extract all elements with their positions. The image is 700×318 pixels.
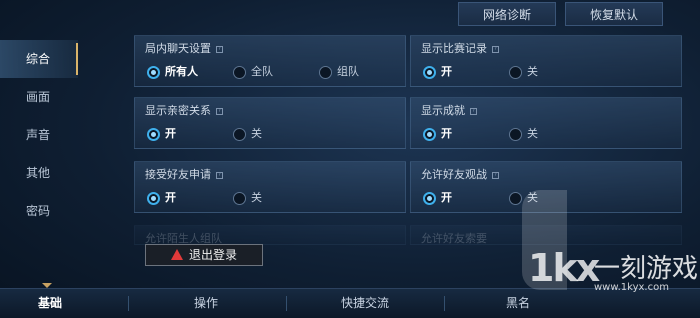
- info-icon[interactable]: ?: [216, 171, 223, 179]
- radio-icon: [509, 65, 522, 79]
- nav-item-other[interactable]: 其他: [0, 154, 78, 192]
- radio-icon: [509, 127, 522, 141]
- radio-icon: [233, 191, 246, 205]
- nav-item-password[interactable]: 密码: [0, 192, 78, 230]
- tab-divider: [286, 296, 287, 311]
- info-icon[interactable]: ?: [492, 171, 499, 179]
- achievements-panel: 显示成就? 开 关: [410, 97, 682, 149]
- match-record-off[interactable]: 关: [509, 63, 538, 79]
- tab-divider: [128, 296, 129, 311]
- intimacy-off[interactable]: 关: [233, 125, 262, 141]
- tab-quick-chat[interactable]: 快捷交流: [325, 289, 405, 318]
- radio-selected-icon: [423, 65, 436, 79]
- panel-title: 允许好友索要: [421, 232, 487, 245]
- nav-item-sound[interactable]: 声音: [0, 116, 78, 154]
- panel-title: 显示比赛记录?: [421, 40, 499, 56]
- intimacy-on[interactable]: 开: [147, 125, 176, 141]
- friend-request-off[interactable]: 关: [233, 189, 262, 205]
- watermark-logo-text: 1kx: [528, 246, 600, 290]
- watermark-url: www.1kyx.com: [594, 282, 669, 293]
- radio-icon: [319, 65, 332, 79]
- tab-basic[interactable]: 基础: [20, 289, 80, 318]
- match-record-panel: 显示比赛记录? 开 关: [410, 35, 682, 87]
- radio-selected-icon: [423, 191, 436, 205]
- nav-item-graphics[interactable]: 画面: [0, 78, 78, 116]
- panel-title: 局内聊天设置?: [145, 40, 223, 56]
- info-icon[interactable]: ?: [492, 45, 499, 53]
- radio-icon: [509, 191, 522, 205]
- panel-title: 显示成就?: [421, 102, 477, 118]
- watermark-site-name: 一刻游戏网: [594, 254, 700, 284]
- panel-title: 允许陌生人组队: [145, 232, 222, 245]
- restore-defaults-button[interactable]: 恢复默认: [565, 2, 663, 26]
- chat-setting-panel: 局内聊天设置? 所有人 全队 组队: [134, 35, 406, 87]
- warning-icon: [170, 249, 183, 260]
- achievements-off[interactable]: 关: [509, 125, 538, 141]
- tab-blacklist[interactable]: 黑名: [488, 289, 548, 318]
- panel-title: 接受好友申请?: [145, 166, 223, 182]
- match-record-on[interactable]: 开: [423, 63, 452, 79]
- friend-request-panel: 接受好友申请? 开 关: [134, 161, 406, 213]
- panel-title: 显示亲密关系?: [145, 102, 223, 118]
- intimacy-panel: 显示亲密关系? 开 关: [134, 97, 406, 149]
- chat-option-team[interactable]: 全队: [233, 63, 273, 79]
- logout-button[interactable]: 退出登录: [145, 244, 263, 266]
- panel-title: 允许好友观战?: [421, 166, 499, 182]
- radio-selected-icon: [423, 127, 436, 141]
- chat-option-everyone[interactable]: 所有人: [147, 63, 198, 79]
- info-icon[interactable]: ?: [470, 107, 477, 115]
- radio-selected-icon: [147, 127, 160, 141]
- stranger-team-panel: 允许陌生人组队: [134, 225, 406, 245]
- nav-item-general[interactable]: 综合: [0, 40, 78, 78]
- settings-nav: 综合 画面 声音 其他 密码: [0, 40, 78, 230]
- tab-controls[interactable]: 操作: [176, 289, 236, 318]
- achievements-on[interactable]: 开: [423, 125, 452, 141]
- friend-request-on[interactable]: 开: [147, 189, 176, 205]
- radio-selected-icon: [147, 65, 160, 79]
- info-icon[interactable]: ?: [216, 45, 223, 53]
- network-diagnosis-button[interactable]: 网络诊断: [458, 2, 556, 26]
- tab-divider: [444, 296, 445, 311]
- radio-selected-icon: [147, 191, 160, 205]
- chat-option-party[interactable]: 组队: [319, 63, 359, 79]
- info-icon[interactable]: ?: [216, 107, 223, 115]
- spectate-on[interactable]: 开: [423, 189, 452, 205]
- radio-icon: [233, 65, 246, 79]
- radio-icon: [233, 127, 246, 141]
